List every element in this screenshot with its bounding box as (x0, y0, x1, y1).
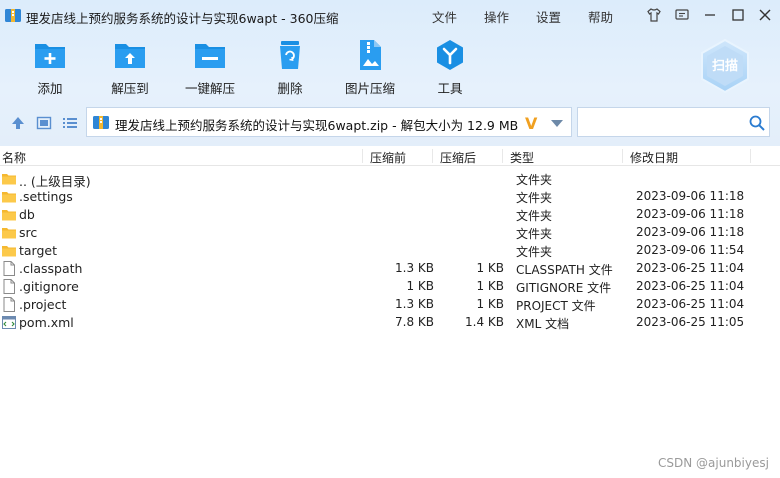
app-logo-icon (5, 9, 21, 22)
menu-operate[interactable]: 操作 (484, 7, 509, 26)
tools-button[interactable]: 工具 (410, 38, 490, 98)
xml-file-icon (2, 316, 16, 329)
brand-v-icon[interactable]: V (525, 114, 537, 133)
address-row: 理发店线上预约服务系统的设计与实现6wapt.zip - 解包大小为 12.9 … (0, 104, 780, 140)
watermark-text: CSDN @ajunbiyesj (658, 456, 769, 470)
image-compress-icon (360, 40, 381, 70)
one-click-extract-icon (195, 44, 225, 68)
column-divider[interactable] (750, 149, 751, 163)
list-item[interactable]: target 文件夹 2023-09-06 11:54 (0, 242, 760, 260)
one-click-extract-button-label: 一键解压 (184, 81, 235, 96)
menu-help[interactable]: 帮助 (588, 7, 613, 26)
search-input[interactable] (584, 114, 734, 132)
add-button-label: 添加 (37, 81, 63, 96)
add-folder-icon (35, 44, 65, 68)
list-item[interactable]: .classpath 1.3 KB 1 KB CLASSPATH 文件 2023… (0, 260, 760, 278)
file-icon (3, 261, 15, 276)
column-divider[interactable] (502, 149, 503, 163)
feedback-message-icon[interactable] (673, 6, 691, 24)
column-divider[interactable] (432, 149, 433, 163)
one-click-extract-button[interactable]: 一键解压 (170, 38, 250, 98)
add-button[interactable]: 添加 (10, 38, 90, 98)
tools-icon (437, 40, 463, 70)
search-icon[interactable] (748, 114, 766, 132)
top-chrome: 理发店线上预约服务系统的设计与实现6wapt - 360压缩 文件 操作 设置 … (0, 0, 780, 148)
recycle-bin-icon (280, 41, 300, 69)
scan-label: 扫描 (712, 58, 738, 74)
column-modified[interactable]: 修改日期 (630, 149, 678, 166)
minimize-button[interactable] (701, 6, 719, 24)
list-item[interactable]: pom.xml 7.8 KB 1.4 KB XML 文档 2023-06-25 … (0, 314, 760, 332)
delete-button[interactable]: 删除 (250, 38, 330, 98)
archive-path: 理发店线上预约服务系统的设计与实现6wapt.zip - 解包大小为 12.9 … (115, 118, 519, 133)
folder-icon (2, 192, 16, 203)
zip-archive-icon (93, 116, 109, 129)
menu-file[interactable]: 文件 (432, 7, 457, 26)
folder-icon (2, 246, 16, 257)
maximize-button[interactable] (729, 6, 747, 24)
close-button[interactable] (756, 6, 774, 24)
extract-to-button[interactable]: 解压到 (90, 38, 170, 98)
column-original[interactable]: 压缩后 (440, 149, 476, 166)
column-compressed[interactable]: 压缩前 (370, 149, 406, 166)
list-item[interactable]: .settings 文件夹 2023-09-06 11:18 (0, 188, 760, 206)
extract-folder-icon (115, 44, 145, 68)
extract-to-button-label: 解压到 (111, 81, 149, 96)
list-item[interactable]: db 文件夹 2023-09-06 11:18 (0, 206, 760, 224)
delete-button-label: 删除 (277, 81, 303, 96)
scan-button[interactable]: 扫描 (698, 38, 752, 94)
list-item[interactable]: .. (上级目录) 文件夹 (0, 170, 760, 189)
address-bar[interactable]: 理发店线上预约服务系统的设计与实现6wapt.zip - 解包大小为 12.9 … (86, 107, 572, 137)
image-compress-button[interactable]: 图片压缩 (330, 38, 410, 98)
list-view-icon[interactable] (61, 114, 79, 132)
file-list: .. (上级目录) 文件夹 .settings 文件夹 2023-09-06 1… (0, 168, 780, 478)
column-header: 名称 压缩前 压缩后 类型 修改日期 (0, 146, 780, 166)
column-type[interactable]: 类型 (510, 149, 534, 166)
title-bar: 理发店线上预约服务系统的设计与实现6wapt - 360压缩 文件 操作 设置 … (0, 0, 780, 30)
folder-icon (2, 210, 16, 221)
column-divider[interactable] (622, 149, 623, 163)
menu-settings[interactable]: 设置 (536, 7, 561, 26)
list-item[interactable]: .gitignore 1 KB 1 KB GITIGNORE 文件 2023-0… (0, 278, 760, 296)
column-name[interactable]: 名称 (2, 149, 26, 166)
file-icon (3, 279, 15, 294)
chevron-down-icon[interactable] (551, 120, 563, 127)
list-item[interactable]: .project 1.3 KB 1 KB PROJECT 文件 2023-06-… (0, 296, 760, 314)
column-divider[interactable] (362, 149, 363, 163)
search-box[interactable] (577, 107, 770, 137)
thumbnail-view-icon[interactable] (35, 114, 53, 132)
folder-icon (2, 228, 16, 239)
tools-button-label: 工具 (437, 81, 463, 96)
skin-tshirt-icon[interactable] (645, 6, 663, 24)
image-compress-button-label: 图片压缩 (344, 81, 395, 96)
window-title: 理发店线上预约服务系统的设计与实现6wapt - 360压缩 (26, 11, 339, 26)
folder-icon (2, 174, 16, 185)
file-icon (3, 297, 15, 312)
up-arrow-icon[interactable] (9, 114, 27, 132)
list-item[interactable]: src 文件夹 2023-09-06 11:18 (0, 224, 760, 242)
